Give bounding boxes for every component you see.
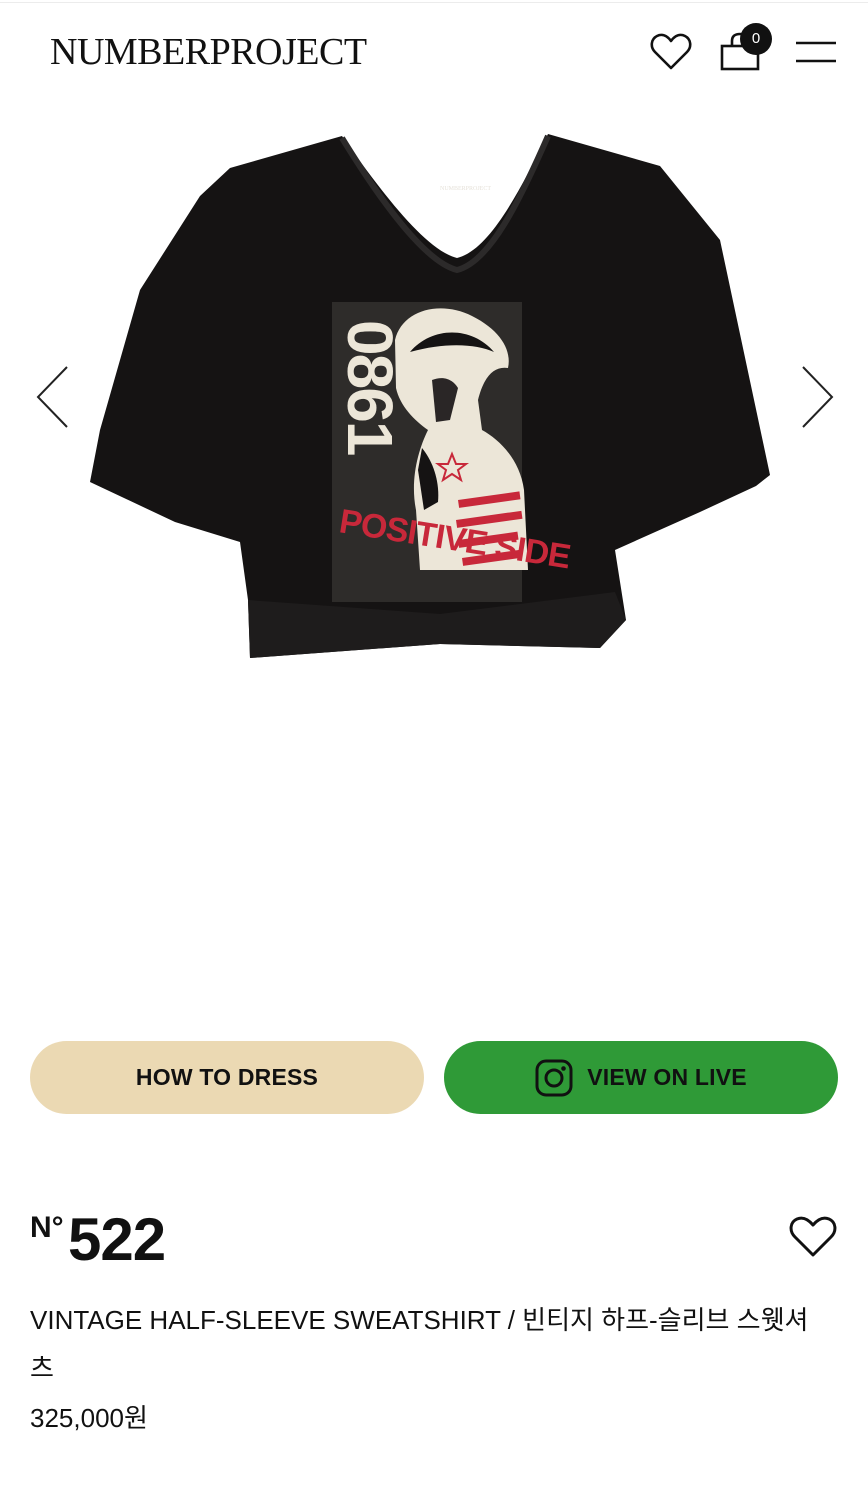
chevron-right-icon [802,366,834,428]
gallery-next-button[interactable] [796,362,840,432]
hamburger-menu-icon [796,41,836,63]
add-to-wishlist-button[interactable] [786,1210,840,1264]
wishlist-button[interactable] [647,28,695,76]
product-gallery: NUMBERPROJECT 0861 POSITIVE SIDE [0,100,868,1020]
gallery-prev-button[interactable] [30,362,74,432]
chevron-left-icon [36,366,68,428]
view-on-live-label: VIEW ON LIVE [587,1064,747,1090]
site-header: NUMBERPROJECT 0 [0,0,868,100]
instagram-icon [535,1059,573,1096]
cart-count-badge: 0 [740,23,772,55]
product-price: 325,000원 [30,1403,148,1433]
heart-icon [650,33,692,70]
how-to-dress-label: HOW TO DRESS [135,1064,319,1090]
how-to-dress-button[interactable]: HOW TO DRESS [30,1041,424,1114]
product-number-value: 522 [68,1206,166,1273]
heart-icon [789,1216,837,1257]
product-image: NUMBERPROJECT 0861 POSITIVE SIDE [90,134,770,658]
menu-button[interactable] [792,28,840,76]
product-name: VINTAGE HALF-SLEEVE SWEATSHIRT / 빈티지 하프-… [30,1305,809,1383]
neck-label-text: NUMBERPROJECT [440,186,491,192]
print-number-text: 0861 [334,320,406,455]
brand-logo[interactable]: NUMBERPROJECT [50,30,367,74]
view-on-live-button[interactable]: VIEW ON LIVE [444,1041,838,1114]
product-number-prefix: N° [30,1211,64,1244]
